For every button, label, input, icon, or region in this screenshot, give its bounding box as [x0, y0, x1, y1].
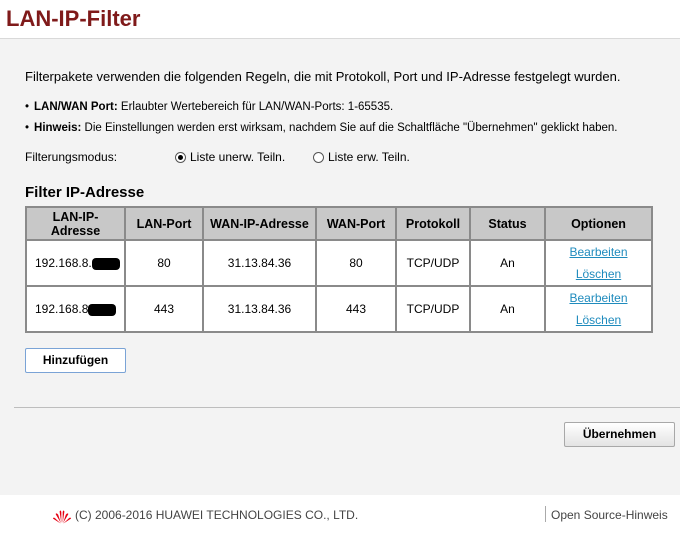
- footer: (C) 2006-2016 HUAWEI TECHNOLOGIES CO., L…: [0, 496, 680, 536]
- note-hint: • Hinweis: Die Einstellungen werden erst …: [25, 122, 618, 134]
- redaction-mark: [91, 257, 120, 270]
- copyright-text: (C) 2006-2016 HUAWEI TECHNOLOGIES CO., L…: [75, 508, 359, 522]
- lan-port-cell: 80: [124, 239, 204, 287]
- footer-separator: [545, 506, 546, 522]
- filter-table: LAN-IP-Adresse LAN-Port WAN-IP-Adresse W…: [25, 206, 653, 333]
- lan-port-cell: 443: [124, 285, 204, 333]
- lan-ip-value: 192.168.8.: [35, 256, 92, 270]
- note-text: Erlaubter Wertebereich für LAN/WAN-Ports…: [117, 101, 394, 113]
- lan-ip-value: 192.168.8: [35, 302, 89, 316]
- column-header-protocol: Protokoll: [395, 206, 471, 241]
- wan-port-cell: 80: [315, 239, 397, 287]
- lan-ip-cell: 192.168.8.: [25, 239, 126, 287]
- column-header-status: Status: [469, 206, 546, 241]
- edit-link[interactable]: Bearbeiten: [550, 241, 647, 263]
- apply-button[interactable]: Übernehmen: [564, 422, 675, 447]
- filter-mode-label: Filterungsmodus:: [25, 150, 118, 164]
- filter-mode-blacklist-option[interactable]: Liste unerw. Teiln.: [175, 150, 285, 164]
- bullet: •: [25, 101, 30, 113]
- filter-mode-option-label: Liste unerw. Teiln.: [190, 150, 286, 164]
- delete-link[interactable]: Löschen: [550, 309, 647, 331]
- wan-ip-cell: 31.13.84.36: [202, 285, 317, 333]
- note-port-range: • LAN/WAN Port: Erlaubter Wertebereich fü…: [25, 101, 393, 113]
- note-label: LAN/WAN Port:: [34, 101, 118, 113]
- radio-selected-icon[interactable]: [175, 152, 186, 163]
- add-button[interactable]: Hinzufügen: [25, 348, 126, 373]
- column-header-wan-port: WAN-Port: [315, 206, 397, 241]
- lan-ip-cell: 192.168.8: [25, 285, 126, 333]
- note-label: Hinweis:: [34, 122, 82, 134]
- intro-text: Filterpakete verwenden die folgenden Reg…: [25, 69, 621, 84]
- bullet: •: [25, 122, 30, 134]
- edit-link[interactable]: Bearbeiten: [550, 287, 647, 309]
- page-header: LAN-IP-Filter: [0, 0, 680, 39]
- radio-unselected-icon[interactable]: [313, 152, 324, 163]
- table-header-row: LAN-IP-Adresse LAN-Port WAN-IP-Adresse W…: [25, 206, 653, 241]
- options-cell: Bearbeiten Löschen: [544, 239, 653, 287]
- open-source-link[interactable]: Open Source-Hinweis: [551, 508, 668, 522]
- filter-mode-whitelist-option[interactable]: Liste erw. Teiln.: [313, 150, 410, 164]
- options-cell: Bearbeiten Löschen: [544, 285, 653, 333]
- protocol-cell: TCP/UDP: [395, 285, 471, 333]
- wan-port-cell: 443: [315, 285, 397, 333]
- column-header-lan-port: LAN-Port: [124, 206, 204, 241]
- wan-ip-cell: 31.13.84.36: [202, 239, 317, 287]
- divider: [14, 407, 680, 408]
- delete-link[interactable]: Löschen: [550, 263, 647, 285]
- page-title: LAN-IP-Filter: [6, 6, 141, 31]
- status-cell: An: [469, 239, 546, 287]
- table-row: 192.168.8 443 31.13.84.36 443 TCP/UDP An…: [25, 285, 653, 333]
- redaction-mark: [88, 303, 117, 316]
- protocol-cell: TCP/UDP: [395, 239, 471, 287]
- huawei-logo-icon: [53, 510, 71, 524]
- column-header-options: Optionen: [544, 206, 653, 241]
- note-text: Die Einstellungen werden erst wirksam, n…: [81, 122, 618, 134]
- main-content: Filterpakete verwenden die folgenden Reg…: [0, 39, 680, 495]
- section-title: Filter IP-Adresse: [25, 184, 145, 201]
- filter-mode-option-label: Liste erw. Teiln.: [328, 150, 410, 164]
- column-header-wan-ip: WAN-IP-Adresse: [202, 206, 317, 241]
- table-row: 192.168.8. 80 31.13.84.36 80 TCP/UDP An …: [25, 239, 653, 287]
- status-cell: An: [469, 285, 546, 333]
- column-header-lan-ip: LAN-IP-Adresse: [25, 206, 126, 241]
